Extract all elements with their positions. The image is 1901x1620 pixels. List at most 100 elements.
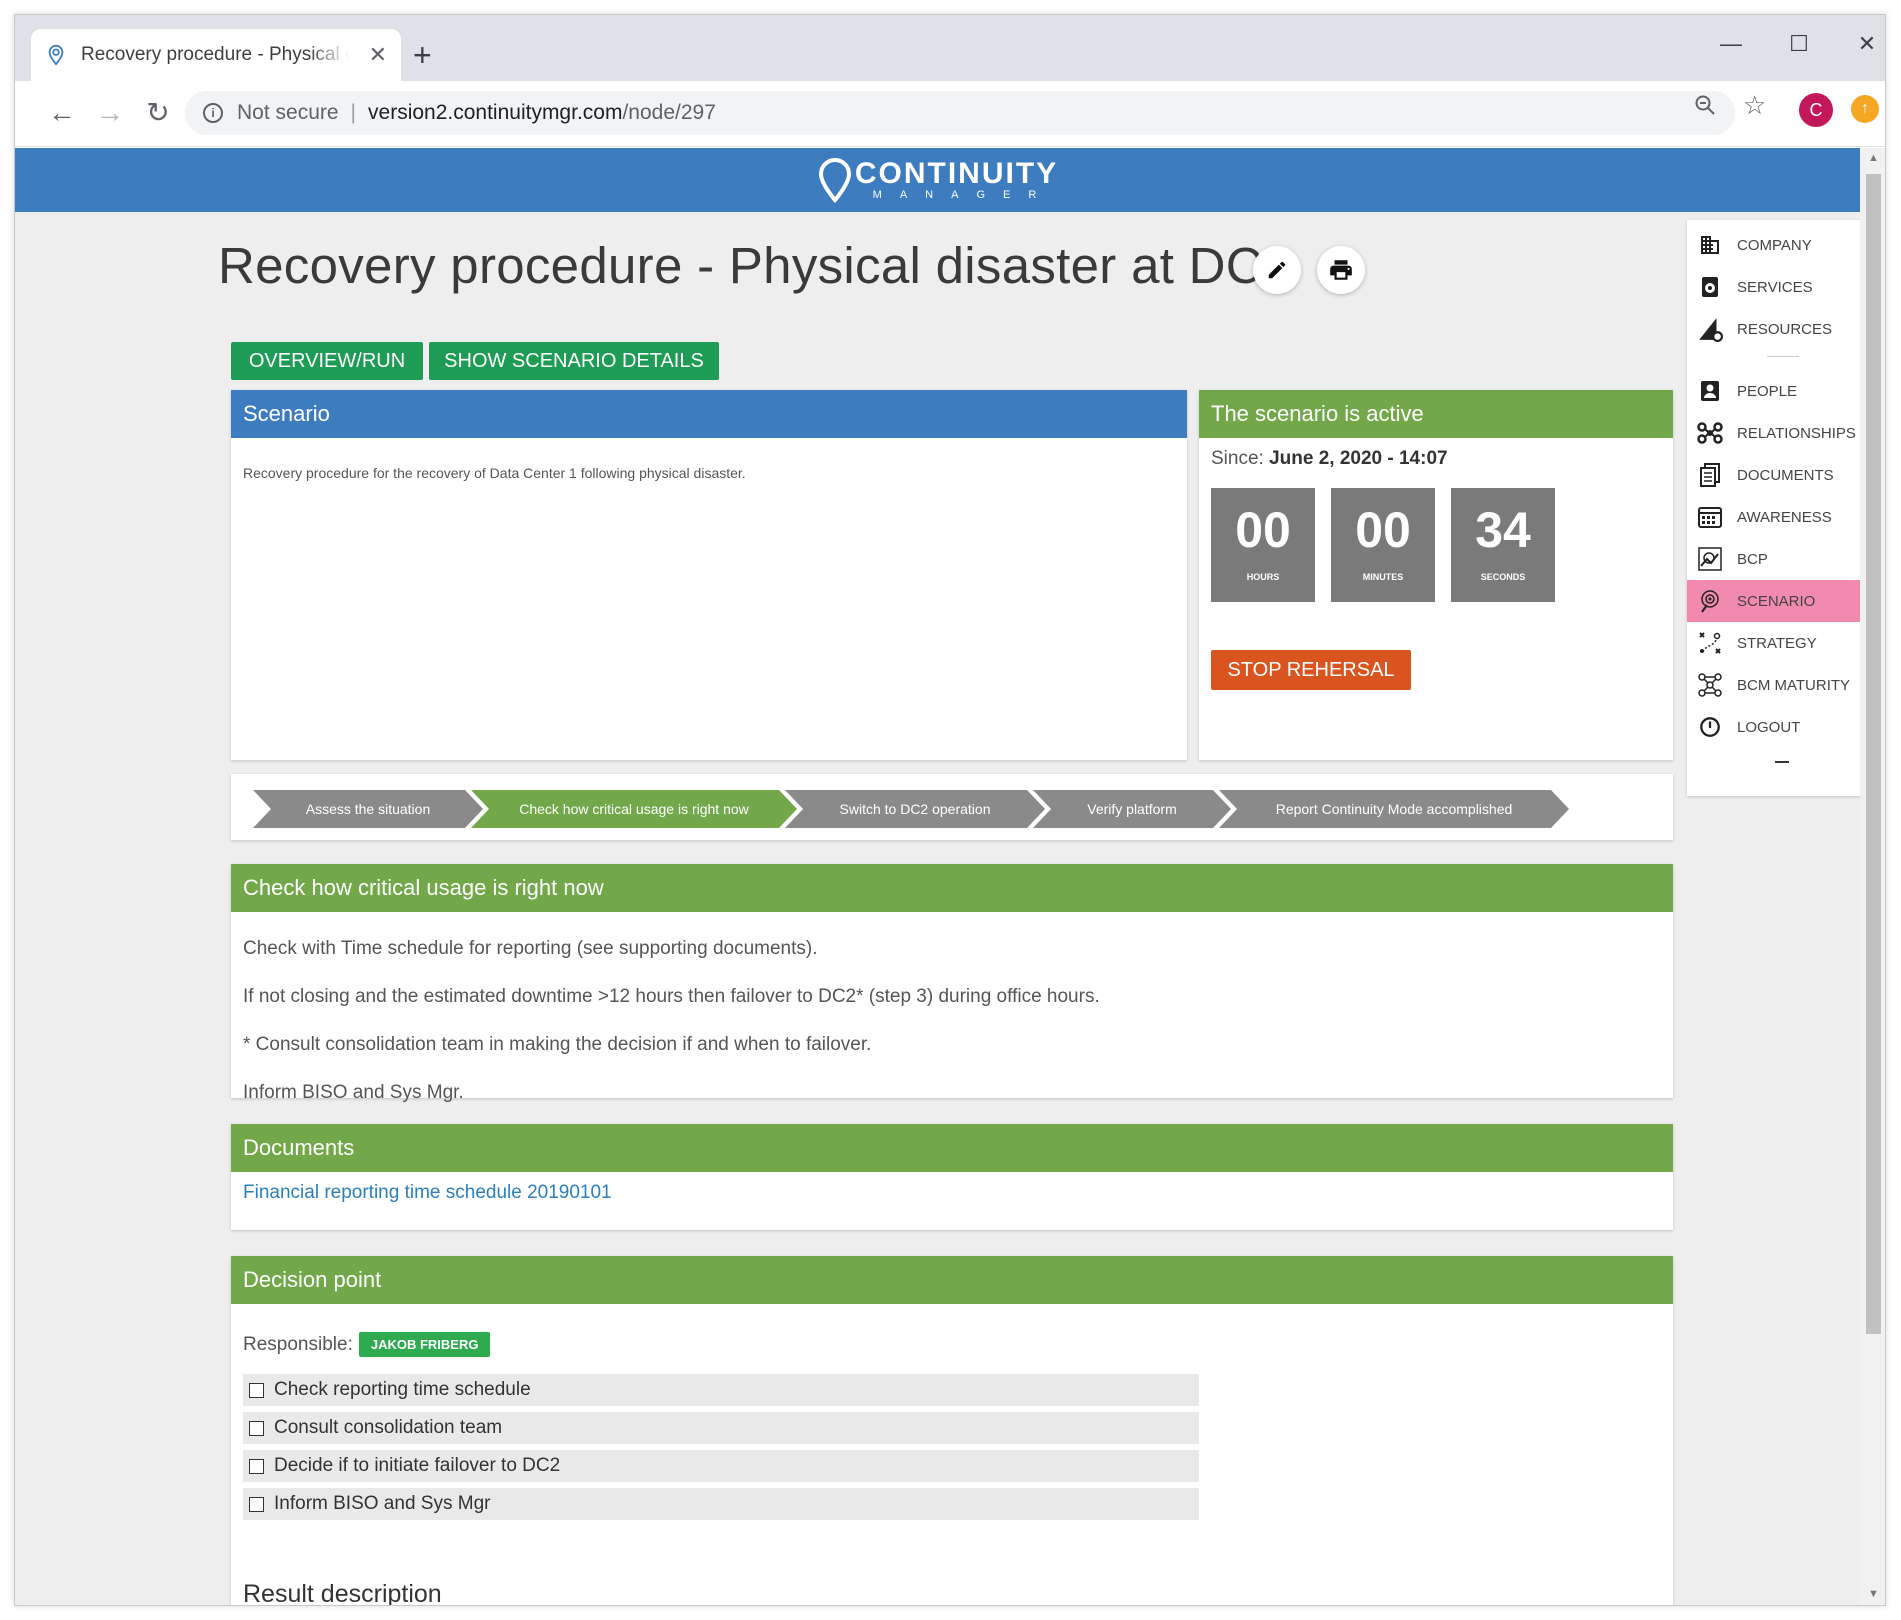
checkbox[interactable] — [249, 1382, 264, 1398]
logo-name: CONTINUITY — [854, 157, 1059, 190]
step-assess[interactable]: Assess the situation — [253, 790, 483, 828]
nav-resources[interactable]: RESOURCES — [1687, 308, 1860, 350]
sidebar-collapse-handle[interactable] — [1775, 761, 1789, 763]
decision-point-card: Decision point Responsible: JAKOB FRIBER… — [231, 1256, 1673, 1605]
overview-run-button[interactable]: OVERVIEW/RUN — [231, 342, 423, 380]
checklist-item[interactable]: Check reporting time schedule — [243, 1374, 1199, 1406]
nav-documents[interactable]: DOCUMENTS — [1687, 454, 1860, 496]
nav-logout[interactable]: LOGOUT — [1687, 706, 1860, 748]
zoom-icon[interactable] — [1693, 93, 1717, 117]
nav-scenario[interactable]: SCENARIO — [1687, 580, 1860, 622]
hours-counter: 00 HOURS — [1211, 488, 1315, 602]
nav-company[interactable]: COMPANY — [1687, 224, 1860, 266]
nav-bcm-maturity[interactable]: BCM MATURITY — [1687, 664, 1860, 706]
checklist-label: Check reporting time schedule — [274, 1379, 531, 1400]
checklist-label: Consult consolidation team — [274, 1417, 503, 1438]
decision-point-header: Decision point — [231, 1256, 1673, 1304]
browser-toolbar: ← → ↻ i Not secure | version2.continuity… — [15, 81, 1885, 147]
documents-header: Documents — [231, 1124, 1673, 1172]
vertical-scrollbar[interactable]: ▲ ▼ — [1860, 148, 1885, 1605]
checklist-item[interactable]: Inform BISO and Sys Mgr — [243, 1488, 1199, 1520]
nav-services[interactable]: SERVICES — [1687, 266, 1860, 308]
not-secure-label: Not secure — [237, 101, 339, 124]
person-icon — [1697, 378, 1723, 404]
tab-title: Recovery procedure - Physical disaster a… — [81, 44, 349, 65]
scenario-active-card: The scenario is active Since: June 2, 20… — [1199, 390, 1673, 760]
step-progress-bar: Assess the situation Check how critical … — [231, 774, 1673, 840]
checklist-item[interactable]: Decide if to initiate failover to DC2 — [243, 1450, 1199, 1482]
nav-strategy[interactable]: STRATEGY — [1687, 622, 1860, 664]
scenario-card-header: Scenario — [231, 390, 1187, 438]
nav-label: LOGOUT — [1737, 718, 1801, 736]
documents-icon — [1697, 462, 1723, 488]
seconds-counter: 34 SECONDS — [1451, 488, 1555, 602]
scenario-icon — [1697, 588, 1723, 614]
nav-label: RELATIONSHIPS — [1737, 424, 1856, 442]
seconds-label: SECONDS — [1480, 572, 1526, 582]
nav-bcp[interactable]: BCP — [1687, 538, 1860, 580]
new-tab-icon[interactable]: + — [413, 39, 432, 71]
step-report[interactable]: Report Continuity Mode accomplished — [1219, 790, 1569, 828]
close-tab-icon[interactable]: ✕ — [369, 42, 387, 68]
checkbox[interactable] — [249, 1420, 264, 1436]
maximize-icon[interactable]: ☐ — [1779, 31, 1819, 57]
since-value: June 2, 2020 - 14:07 — [1269, 448, 1448, 469]
checkbox[interactable] — [249, 1458, 264, 1474]
edit-button[interactable] — [1253, 246, 1301, 294]
show-scenario-details-button[interactable]: SHOW SCENARIO DETAILS — [429, 342, 719, 380]
stop-rehearsal-button[interactable]: STOP REHERSAL — [1211, 650, 1411, 690]
continuity-manager-logo[interactable]: CONTINUITY MANAGER — [817, 157, 1058, 203]
checklist-item[interactable]: Consult consolidation team — [243, 1412, 1199, 1444]
update-icon[interactable]: ↑ — [1851, 95, 1879, 123]
brand-header: CONTINUITY MANAGER — [15, 148, 1860, 212]
logo-pin-icon — [818, 157, 851, 203]
hours-value: 00 — [1235, 502, 1291, 558]
step-verify-platform[interactable]: Verify platform — [1033, 790, 1231, 828]
bcp-icon — [1697, 546, 1723, 572]
documents-card: Documents Financial reporting time sched… — [231, 1124, 1673, 1230]
close-window-icon[interactable]: ✕ — [1847, 31, 1885, 57]
info-icon[interactable]: i — [203, 103, 223, 123]
instruction-paragraph: Inform BISO and Sys Mgr. — [243, 1082, 464, 1103]
nav-people[interactable]: PEOPLE — [1687, 370, 1860, 412]
scroll-down-arrow-icon[interactable]: ▼ — [1868, 1588, 1879, 1600]
printer-icon — [1330, 260, 1352, 280]
nav-awareness[interactable]: AWARENESS — [1687, 496, 1860, 538]
relationships-icon — [1697, 420, 1723, 446]
nav-label: STRATEGY — [1737, 634, 1817, 652]
nav-label: AWARENESS — [1737, 508, 1832, 526]
scenario-description: Recovery procedure for the recovery of D… — [243, 465, 746, 481]
step-check-usage[interactable]: Check how critical usage is right now — [471, 790, 797, 828]
resources-icon — [1697, 316, 1723, 342]
url-separator: | — [350, 101, 357, 124]
since-label: Since: — [1211, 448, 1264, 469]
minutes-counter: 00 MINUTES — [1331, 488, 1435, 602]
nav-divider — [1767, 356, 1799, 357]
forward-arrow-icon[interactable]: → — [93, 97, 127, 129]
since-line: Since: June 2, 2020 - 14:07 — [1199, 438, 1673, 470]
bookmark-star-icon[interactable]: ☆ — [1743, 90, 1766, 121]
instruction-paragraph: * Consult consolidation team in making t… — [243, 1034, 872, 1055]
pencil-icon — [1268, 261, 1286, 279]
scroll-up-arrow-icon[interactable]: ▲ — [1868, 152, 1879, 164]
profile-avatar[interactable]: C — [1799, 93, 1833, 127]
address-bar[interactable]: i Not secure | version2.continuitymgr.co… — [185, 91, 1735, 135]
responsible-badge: JAKOB FRIBERG — [358, 1332, 491, 1357]
document-link[interactable]: Financial reporting time schedule 201901… — [231, 1172, 1673, 1214]
back-arrow-icon[interactable]: ← — [45, 97, 79, 129]
step-switch-dc2[interactable]: Switch to DC2 operation — [785, 790, 1045, 828]
side-navigation: COMPANY SERVICES RESOURCES PEOPLE RELATI… — [1687, 220, 1860, 796]
nav-label: DOCUMENTS — [1737, 466, 1834, 484]
reload-icon[interactable]: ↻ — [141, 97, 175, 129]
minimize-icon[interactable]: — — [1711, 31, 1751, 57]
maturity-icon — [1697, 672, 1723, 698]
print-button[interactable] — [1317, 246, 1365, 294]
nav-label: COMPANY — [1737, 236, 1812, 254]
step-instructions: Check with Time schedule for reporting (… — [231, 912, 1673, 1142]
nav-label: SCENARIO — [1737, 592, 1816, 610]
scrollbar-thumb[interactable] — [1866, 174, 1881, 1334]
checkbox[interactable] — [249, 1496, 264, 1512]
browser-tab[interactable]: Recovery procedure - Physical disaster a… — [31, 29, 401, 81]
nav-label: PEOPLE — [1737, 382, 1798, 400]
nav-relationships[interactable]: RELATIONSHIPS — [1687, 412, 1860, 454]
